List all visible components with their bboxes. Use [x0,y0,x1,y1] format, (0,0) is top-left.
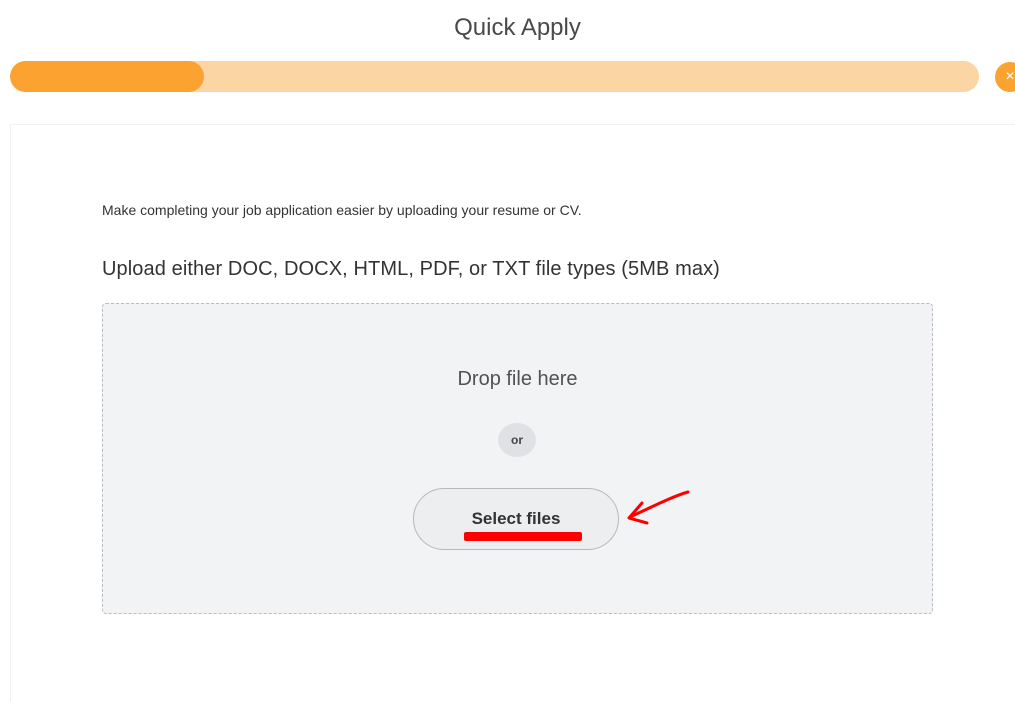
page-title: Quick Apply [454,14,581,41]
file-drop-zone[interactable] [102,303,933,614]
upload-heading: Upload either DOC, DOCX, HTML, PDF, or T… [102,258,720,280]
intro-text: Make completing your job application eas… [102,202,582,218]
close-icon[interactable]: × [995,62,1015,92]
progress-bar-fill [10,61,204,92]
red-arrow-annotation [627,490,690,525]
red-underline-annotation [464,532,582,541]
or-separator: or [498,423,536,457]
progress-bar [10,61,979,92]
drop-file-label: Drop file here [457,368,578,390]
